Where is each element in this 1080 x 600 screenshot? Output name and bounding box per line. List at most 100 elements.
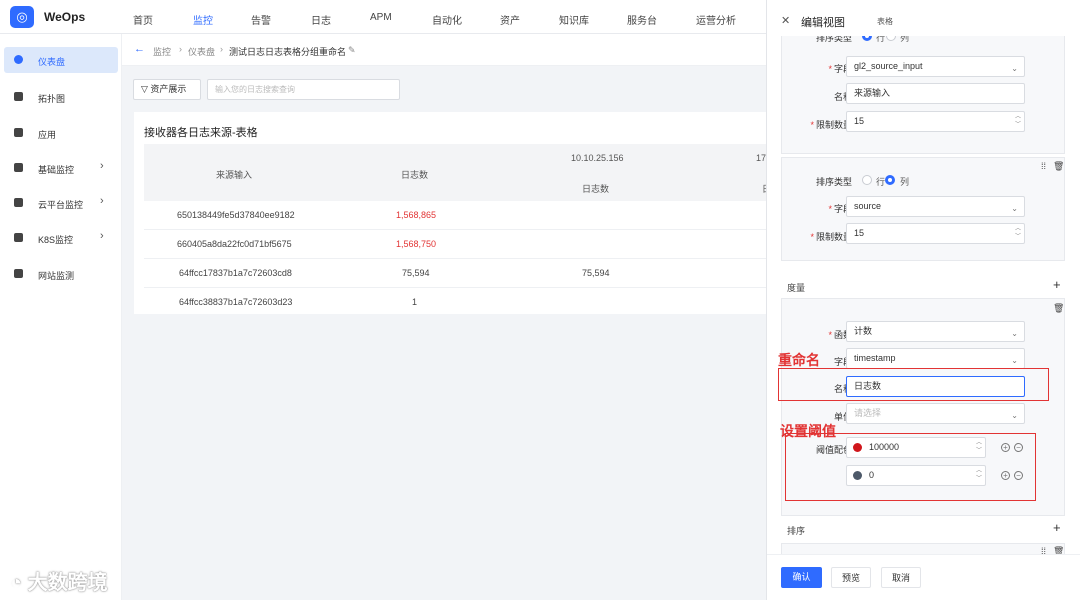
limit-input[interactable]: 15 ︿ ﹀	[846, 223, 1025, 244]
cell-count: 1,568,750	[396, 239, 437, 249]
annotation-rename: 重命名	[778, 352, 820, 368]
trash-icon[interactable]: 🗑	[1053, 546, 1064, 554]
radio-row[interactable]	[862, 175, 872, 185]
filter-icon: ▽	[141, 84, 151, 94]
watermark: ◔ 大数跨境	[10, 566, 108, 595]
log-search-input[interactable]: 输入您的日志搜索查询	[207, 79, 400, 100]
field-label: * 字段	[828, 204, 852, 214]
nav-item-log[interactable]: 日志	[311, 12, 331, 27]
th-source: 来源输入	[216, 170, 253, 180]
table-row: 64ffcc38837b1a7c72603d23 1	[144, 288, 766, 314]
watermark-logo-icon: ◔	[10, 572, 28, 594]
field-select[interactable]: timestamp ⌄	[846, 348, 1025, 369]
sort-type-label: 排序类型	[815, 177, 852, 187]
sidebar-item-label: 拓扑图	[38, 94, 66, 104]
table-row: 64ffcc17837b1a7c72603cd8 75,594 75,594	[144, 259, 766, 288]
radio-column[interactable]	[886, 36, 896, 41]
breadcrumb-separator: ›	[179, 44, 182, 54]
radio-row[interactable]	[862, 36, 872, 41]
add-sort-icon[interactable]: +	[1053, 520, 1061, 535]
breadcrumb-monitor[interactable]: 监控	[153, 45, 171, 58]
breadcrumb: ← 监控 › 仪表盘 › 测试日志日志表格分组重命名 ✎	[122, 34, 766, 66]
annotation-rename-box	[778, 368, 1049, 401]
sidebar-item-label: 网站监测	[38, 271, 75, 281]
radio-row-label: 行	[876, 177, 886, 187]
nav-item-asset[interactable]: 资产	[500, 12, 520, 27]
radio-column-label: 列	[900, 36, 910, 43]
radio-column-label: 列	[900, 177, 910, 187]
cell-count: 75,594	[402, 268, 430, 278]
nav-item-monitor[interactable]: 监控	[193, 12, 213, 27]
nav-item-alert[interactable]: 告警	[251, 12, 271, 27]
function-label: * 函数	[828, 330, 852, 340]
breadcrumb-separator: ›	[220, 44, 223, 54]
nav-item-service-desk[interactable]: 服务台	[627, 12, 657, 27]
drag-handle-icon[interactable]: ⁞⁞	[1041, 161, 1046, 171]
stepper-icon[interactable]: ︿ ﹀	[1015, 113, 1021, 129]
field-label: * 字段	[828, 64, 852, 74]
function-select[interactable]: 计数 ⌄	[846, 321, 1025, 342]
cell-count: 1	[412, 297, 418, 307]
nav-item-home[interactable]: 首页	[133, 12, 153, 27]
drawer-subtitle: 表格	[877, 17, 893, 26]
sidebar-item-cloud-monitor[interactable]: 云平台监控 ›	[4, 190, 118, 216]
nav-item-apm[interactable]: APM	[370, 12, 392, 23]
radio-column[interactable]	[885, 175, 895, 185]
chevron-right-icon: ›	[100, 230, 104, 242]
unit-select[interactable]: 请选择 ⌄	[846, 403, 1025, 424]
metric-section-title: 度量	[787, 283, 806, 293]
add-metric-icon[interactable]: +	[1053, 277, 1061, 292]
nav-item-ops-analysis[interactable]: 运营分析	[696, 12, 736, 27]
chevron-down-icon: ⌄	[1011, 64, 1018, 73]
trash-icon[interactable]: 🗑	[1053, 161, 1064, 172]
th-group2-ip: 172	[756, 153, 766, 163]
nav-item-automation[interactable]: 自动化	[432, 12, 462, 27]
sidebar-item-website-monitor[interactable]: 网站监测	[4, 261, 118, 287]
sidebar-item-basic-monitor[interactable]: 基础监控 ›	[4, 155, 118, 181]
sidebar-item-app[interactable]: 应用	[4, 120, 118, 146]
globe-icon	[14, 269, 23, 278]
sidebar-item-topology[interactable]: 拓扑图	[4, 84, 118, 110]
chevron-right-icon: ›	[100, 195, 104, 207]
sidebar-item-label: 基础监控	[38, 165, 75, 175]
weops-logo-icon[interactable]: ◎	[10, 6, 34, 28]
arrow-left-icon[interactable]: ←	[134, 43, 145, 55]
brand-name: WeOps	[44, 10, 86, 24]
name-label: 名称	[833, 92, 852, 102]
group-block-2: ⁞⁞ 🗑 排序类型 行 列 * 字段 source ⌄ * 限制数量 15 ︿ ﹀	[781, 157, 1065, 261]
close-icon[interactable]: ✕	[781, 14, 790, 27]
table-row: 650138449fe5d37840ee9182 1,568,865	[144, 201, 766, 230]
drag-handle-icon[interactable]: ⁞⁞	[1041, 546, 1046, 554]
cell-source: 64ffcc17837b1a7c72603cd8	[179, 268, 292, 278]
field-select[interactable]: gl2_source_input ⌄	[846, 56, 1025, 77]
nav-item-knowledge[interactable]: 知识库	[559, 12, 589, 27]
sidebar-item-dashboard[interactable]: 仪表盘	[4, 47, 118, 73]
preview-button[interactable]: 预览	[831, 567, 871, 588]
sidebar-item-label: K8S监控	[38, 235, 74, 245]
field-select[interactable]: source ⌄	[846, 196, 1025, 217]
sort-type-label: 排序类型	[815, 36, 852, 43]
annotation-threshold-box	[785, 433, 1036, 501]
topology-icon	[14, 92, 23, 101]
sidebar-item-k8s-monitor[interactable]: K8S监控 ›	[4, 225, 118, 251]
sort-section-title: 排序	[787, 526, 806, 536]
cell-count: 1,568,865	[396, 210, 437, 220]
name-input[interactable]: 来源输入	[846, 83, 1025, 104]
stepper-icon[interactable]: ︿ ﹀	[1015, 225, 1021, 241]
chevron-down-icon: ⌄	[1011, 356, 1018, 365]
monitor-icon	[14, 163, 23, 172]
edit-icon[interactable]: ✎	[348, 45, 356, 56]
radio-row-label: 行	[876, 36, 886, 43]
th-group-count: 日志数	[582, 184, 610, 194]
sidebar-item-label: 应用	[38, 130, 57, 140]
asset-display-label: 资产展示	[150, 84, 187, 94]
confirm-button[interactable]: 确认	[781, 567, 822, 588]
limit-input[interactable]: 15 ︿ ﹀	[846, 111, 1025, 132]
asset-display-button[interactable]: ▽ 资产展示	[133, 79, 201, 100]
trash-icon[interactable]: 🗑	[1053, 303, 1064, 314]
cancel-button[interactable]: 取消	[881, 567, 921, 588]
table-header: 来源输入 日志数 10.10.25.156 日志数 172 日	[144, 144, 766, 201]
th-count: 日志数	[401, 170, 429, 180]
breadcrumb-dashboard[interactable]: 仪表盘	[188, 45, 215, 58]
cloud-icon	[14, 198, 23, 207]
